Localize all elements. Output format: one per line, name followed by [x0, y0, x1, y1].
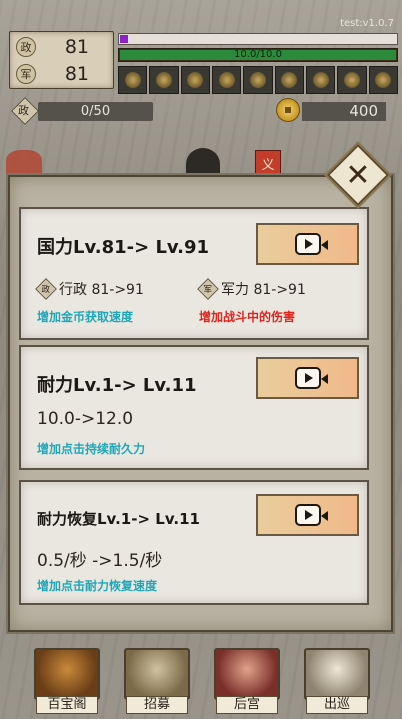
version-label: test:v1.0.7: [340, 18, 394, 29]
item-icon: [312, 72, 329, 88]
admin-change-text: 行政 81->91: [59, 282, 144, 298]
gold-speed-desc: 增加金币获取速度: [37, 310, 134, 324]
scene-decoration: [6, 150, 42, 176]
item-icon: [281, 72, 298, 88]
item-icon: [187, 72, 204, 88]
close-icon: ✕: [345, 157, 371, 193]
stamina-desc: 增加点击持续耐久力: [37, 442, 146, 456]
harem-icon: [214, 648, 280, 700]
gold-resource: 400: [276, 98, 396, 124]
gold-value: 400: [302, 102, 386, 121]
admin-stat: 政 81: [16, 35, 111, 59]
nav-label: 出巡: [306, 696, 368, 714]
recovery-desc: 增加点击耐力恢复速度: [37, 579, 158, 593]
horse-icon: [304, 648, 370, 700]
nav-recruit[interactable]: 招募: [124, 648, 190, 714]
card-title: 耐力Lv.1-> Lv.11: [37, 375, 197, 396]
slot-5[interactable]: [243, 66, 273, 94]
slot-2[interactable]: [149, 66, 179, 94]
military-emblem-icon: 军: [16, 64, 36, 84]
item-icon: [375, 72, 392, 88]
exp-bar: [118, 33, 398, 45]
military-emblem-icon: 军: [197, 278, 219, 300]
item-icon: [155, 72, 172, 88]
slot-7[interactable]: [305, 66, 336, 94]
treasure-chest-icon: [34, 648, 100, 700]
military-value: 81: [64, 63, 89, 85]
admin-value: 81: [64, 36, 89, 58]
watch-video-button[interactable]: [256, 494, 359, 536]
video-camera-icon: [294, 367, 328, 389]
stamina-text: 10.0/10.0: [234, 49, 282, 60]
stamina-bar: 10.0/10.0: [118, 48, 398, 62]
stamina-change: 10.0->12.0: [37, 409, 134, 429]
slot-8[interactable]: [337, 66, 367, 94]
military-stat: 军 81: [16, 62, 111, 86]
banner-icon: 义: [255, 150, 281, 176]
nav-patrol[interactable]: 出巡: [304, 648, 370, 714]
item-icon: [218, 72, 235, 88]
military-change-text: 军力 81->91: [221, 282, 306, 298]
admin-emblem-icon: 政: [16, 37, 36, 57]
stat-panel[interactable]: 政 81 军 81: [9, 31, 114, 89]
item-icon: [124, 72, 141, 88]
coin-icon: [276, 98, 300, 122]
slot-4[interactable]: [211, 66, 242, 94]
slot-1[interactable]: [118, 66, 148, 94]
slot-3[interactable]: [180, 66, 210, 94]
exp-bar-fill: [120, 35, 129, 43]
military-change: 军 军力 81->91: [197, 278, 306, 300]
slot-9[interactable]: [368, 66, 398, 94]
admin-resource: 政 0/50: [11, 97, 153, 125]
admin-emblem-icon: 政: [35, 278, 57, 300]
admin-emblem-char: 政: [18, 104, 29, 117]
watch-video-button[interactable]: [256, 357, 359, 399]
recruit-icon: [124, 648, 190, 700]
bottom-nav: 百宝阁 招募 后宫 出巡: [0, 640, 402, 719]
nav-label: 百宝阁: [36, 696, 98, 714]
card-title: 国力Lv.81-> Lv.91: [37, 237, 210, 258]
nav-harem[interactable]: 后宫: [214, 648, 280, 714]
upgrade-dialog: 国力Lv.81-> Lv.91 政 行政 81->91 军 军力 81->91 …: [8, 175, 393, 632]
admin-change: 政 行政 81->91: [35, 278, 144, 300]
stamina-recovery-card: 耐力恢复Lv.1-> Lv.11 0.5/秒 ->1.5/秒 增加点击耐力恢复速…: [19, 480, 369, 605]
national-power-card: 国力Lv.81-> Lv.91 政 行政 81->91 军 军力 81->91 …: [19, 207, 369, 340]
damage-desc: 增加战斗中的伤害: [199, 310, 296, 324]
stamina-card: 耐力Lv.1-> Lv.11 10.0->12.0 增加点击持续耐久力: [19, 345, 369, 470]
video-camera-icon: [294, 504, 328, 526]
nav-label: 招募: [126, 696, 188, 714]
video-camera-icon: [294, 233, 328, 255]
item-icon: [343, 72, 360, 88]
recovery-change: 0.5/秒 ->1.5/秒: [37, 551, 163, 571]
item-icon: [249, 72, 266, 88]
watch-video-button[interactable]: [256, 223, 359, 265]
nav-label: 后宫: [216, 696, 278, 714]
nav-treasure[interactable]: 百宝阁: [34, 648, 100, 714]
admin-resource-value: 0/50: [38, 102, 153, 121]
equipment-slots: [118, 66, 398, 94]
slot-6[interactable]: [274, 66, 304, 94]
card-title: 耐力恢复Lv.1-> Lv.11: [37, 510, 200, 528]
